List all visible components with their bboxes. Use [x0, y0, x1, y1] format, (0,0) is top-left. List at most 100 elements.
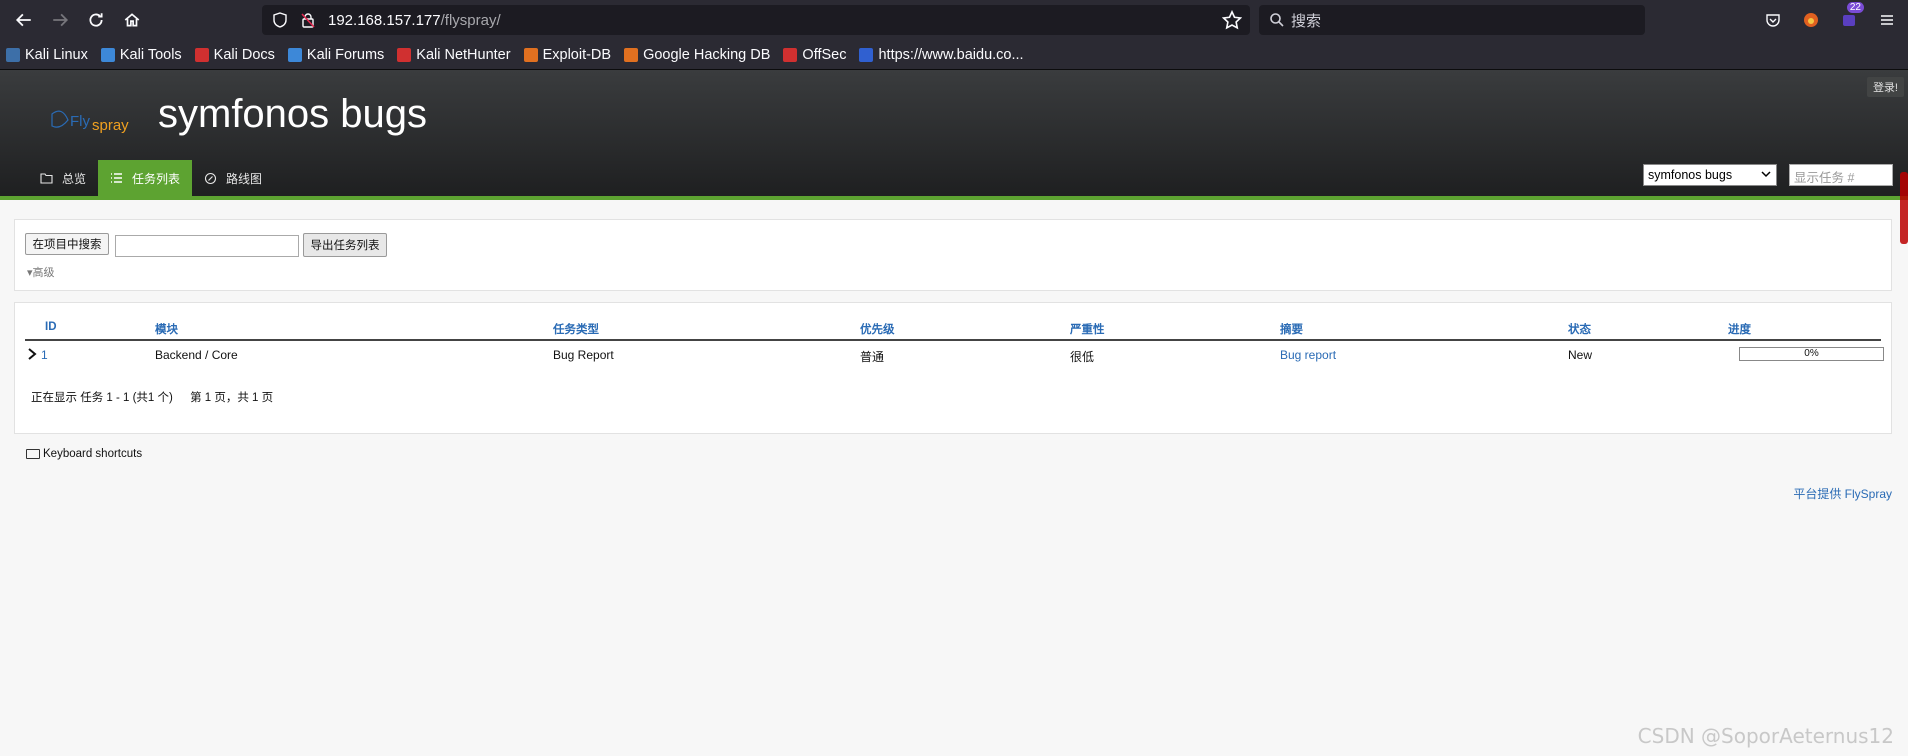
- project-title[interactable]: symfonos bugs: [158, 92, 427, 137]
- bookmark-favicon-icon: [287, 47, 302, 62]
- bookmark-item[interactable]: OffSec: [783, 47, 846, 63]
- bookmark-item[interactable]: Exploit-DB: [523, 46, 612, 63]
- bookmark-favicon-icon: [624, 47, 639, 62]
- task-id-placeholder: 显示任务 #: [1794, 171, 1855, 185]
- url-bar[interactable]: 192.168.157.177/flyspray/: [262, 5, 1250, 35]
- folder-icon: [40, 171, 54, 185]
- col-header-severity[interactable]: 严重性: [1070, 321, 1105, 337]
- tab-tasklist-label: 任务列表: [132, 171, 181, 186]
- keyboard-shortcuts-link[interactable]: Keyboard shortcuts: [26, 448, 142, 460]
- bookmark-label: Kali Forums: [306, 46, 385, 63]
- bookmark-favicon-icon: [859, 47, 874, 62]
- keyboard-icon: [26, 449, 40, 459]
- chevron-down-icon: [1761, 171, 1771, 178]
- toolbar-right-icons: 22: [1760, 2, 1900, 36]
- purple-extension-icon: [1843, 15, 1855, 26]
- table-header: ID 模块 任务类型 优先级 严重性 摘要 状态 进度: [25, 315, 1881, 341]
- bookmark-favicon-icon: [397, 47, 412, 62]
- col-header-id[interactable]: ID: [45, 321, 57, 333]
- url-path: /flyspray/: [440, 11, 501, 29]
- main-tabs: 总览 任务列表 路线图: [28, 160, 274, 196]
- bookmark-item[interactable]: https://www.baidu.co...: [859, 46, 1024, 63]
- roadmap-icon: [204, 171, 218, 185]
- logo-spray-text: spray: [92, 117, 129, 134]
- task-type: Bug Report: [553, 348, 614, 362]
- reload-button[interactable]: [80, 4, 112, 36]
- hamburger-menu-icon: [1881, 15, 1893, 25]
- expand-row-icon[interactable]: [27, 348, 37, 360]
- browser-search-bar[interactable]: 搜索: [1259, 5, 1645, 35]
- project-select[interactable]: symfonos bugs: [1643, 164, 1777, 186]
- tab-overview[interactable]: 总览: [28, 160, 98, 196]
- pocket-button[interactable]: [1760, 4, 1786, 36]
- flyspray-logo[interactable]: Fly spray: [48, 100, 138, 140]
- bookmark-item[interactable]: Kali Docs: [194, 46, 275, 63]
- col-header-priority[interactable]: 优先级: [860, 321, 895, 337]
- col-header-status[interactable]: 状态: [1568, 321, 1591, 337]
- advanced-toggle[interactable]: ▾高级: [27, 264, 55, 280]
- task-id-link[interactable]: 1: [41, 348, 48, 362]
- bookmark-favicon-icon: [194, 47, 209, 62]
- search-project-button[interactable]: 在项目中搜索: [25, 233, 109, 255]
- export-tasklist-button[interactable]: 导出任务列表: [303, 233, 387, 257]
- reload-icon: [89, 13, 103, 27]
- tab-overview-label: 总览: [62, 171, 87, 186]
- bookmark-star-icon[interactable]: [1222, 10, 1242, 30]
- extension-purple-button[interactable]: 22: [1836, 2, 1864, 36]
- page-count: 第 1 页，共 1 页: [190, 392, 274, 404]
- menu-button[interactable]: [1874, 4, 1900, 36]
- bookmark-item[interactable]: Kali Tools: [100, 47, 182, 63]
- col-header-summary[interactable]: 摘要: [1280, 321, 1303, 337]
- shield-icon[interactable]: [272, 10, 292, 30]
- extension-fox-button[interactable]: [1798, 4, 1824, 36]
- task-id-input[interactable]: 显示任务 #: [1789, 164, 1893, 186]
- bookmarks-bar: Kali Linux Kali Tools Kali Docs Kali Forums…: [0, 40, 1908, 70]
- powered-by-link[interactable]: 平台提供 FlySpray: [1793, 485, 1892, 502]
- tab-tasklist[interactable]: 任务列表: [98, 160, 193, 196]
- forward-button[interactable]: [44, 4, 76, 36]
- back-button[interactable]: [8, 4, 40, 36]
- fox-extension-icon: [1804, 13, 1818, 27]
- scrollbar[interactable]: [1900, 172, 1908, 244]
- tab-roadmap[interactable]: 路线图: [192, 160, 274, 196]
- login-button[interactable]: 登录!: [1866, 77, 1904, 97]
- search-placeholder: 搜索: [1291, 12, 1322, 30]
- search-panel: 在项目中搜索 导出任务列表 ▾高级: [14, 219, 1892, 291]
- bookmark-label: Exploit-DB: [542, 46, 612, 63]
- progress-label: 0%: [1804, 348, 1819, 359]
- bookmark-label: Kali Linux: [25, 46, 88, 63]
- bookmark-favicon-icon: [523, 47, 538, 62]
- task-summary-link[interactable]: Bug report: [1280, 348, 1336, 362]
- list-icon: [110, 171, 124, 185]
- task-category: Backend / Core: [155, 348, 238, 362]
- flyspray-header: Fly spray symfonos bugs 登录! 总览 任务列表 路线图: [0, 70, 1908, 198]
- table-row[interactable]: 1 Backend / Core Bug Report 普通 很低 Bug re…: [25, 343, 1884, 367]
- bookmark-label: Google Hacking DB: [643, 46, 771, 63]
- project-select-value: symfonos bugs: [1648, 168, 1733, 182]
- pocket-icon: [1766, 14, 1780, 27]
- bookmark-item[interactable]: Kali Forums: [287, 46, 385, 63]
- bookmark-favicon-icon: [6, 47, 20, 62]
- home-icon: [124, 13, 140, 27]
- header-accent-line: [0, 196, 1908, 200]
- task-progress-bar: 0%: [1739, 347, 1884, 361]
- url-host: 192.168.157.177: [328, 11, 441, 29]
- bookmark-label: Kali Docs: [213, 46, 275, 63]
- col-header-category[interactable]: 模块: [155, 321, 178, 337]
- bookmark-favicon-icon: [100, 47, 115, 62]
- col-header-progress[interactable]: 进度: [1728, 321, 1751, 337]
- search-icon: [1270, 13, 1284, 27]
- insecure-lock-icon[interactable]: [300, 10, 320, 30]
- bookmark-item[interactable]: Google Hacking DB: [624, 47, 770, 63]
- tasklist-panel: ID 模块 任务类型 优先级 严重性 摘要 状态 进度 1 Backend / …: [14, 302, 1892, 434]
- home-button[interactable]: [116, 4, 148, 36]
- bookmark-label: OffSec: [802, 46, 847, 63]
- bookmark-item[interactable]: Kali Linux: [6, 47, 88, 63]
- search-input[interactable]: [115, 235, 299, 257]
- bookmark-label: https://www.baidu.co...: [878, 46, 1024, 63]
- task-priority: 普通: [860, 350, 885, 364]
- col-header-type[interactable]: 任务类型: [553, 321, 599, 337]
- task-severity: 很低: [1070, 350, 1095, 364]
- bookmark-item[interactable]: Kali NetHunter: [397, 47, 511, 63]
- pagination-info: 正在显示 任务 1 - 1 (共1 个) 第 1 页，共 1 页: [31, 389, 287, 405]
